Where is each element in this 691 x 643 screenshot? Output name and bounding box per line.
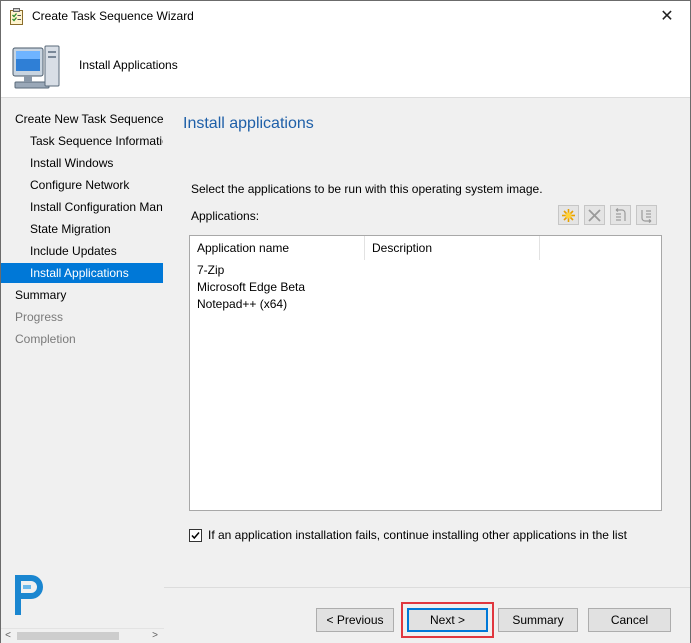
move-down-button[interactable] xyxy=(636,205,657,225)
close-button[interactable]: ✕ xyxy=(644,1,690,32)
step-configure-network[interactable]: Configure Network xyxy=(1,175,163,195)
step-create-new-task-sequence[interactable]: Create New Task Sequence xyxy=(1,109,163,129)
applications-label: Applications: xyxy=(191,209,260,223)
checkmark-icon xyxy=(191,532,200,540)
wizard-window: Create Task Sequence Wizard ✕ Install Ap… xyxy=(0,0,691,643)
list-item[interactable]: Microsoft Edge Beta xyxy=(197,279,305,296)
new-application-button[interactable] xyxy=(558,205,579,225)
summary-button[interactable]: Summary xyxy=(498,608,578,632)
step-install-configuration-manager[interactable]: Install Configuration Manager xyxy=(1,197,163,217)
brand-logo-icon xyxy=(15,575,43,615)
wizard-footer: < Previous Next > Summary Cancel xyxy=(164,587,690,643)
step-install-applications[interactable]: Install Applications xyxy=(1,263,163,283)
previous-button[interactable]: < Previous xyxy=(316,608,394,632)
move-up-button[interactable] xyxy=(610,205,631,225)
step-progress: Progress xyxy=(15,310,64,324)
header-title: Install Applications xyxy=(79,58,178,72)
computer-icon xyxy=(12,45,60,89)
continue-on-failure-checkbox[interactable] xyxy=(189,529,202,542)
scroll-left-arrow-icon[interactable]: < xyxy=(1,629,15,643)
title-bar: Create Task Sequence Wizard ✕ xyxy=(1,1,690,32)
page-heading: Install applications xyxy=(183,115,314,132)
new-icon xyxy=(562,209,575,222)
step-include-updates[interactable]: Include Updates xyxy=(1,241,163,261)
applications-list[interactable]: Application name Description 7-Zip Micro… xyxy=(189,235,662,511)
step-install-windows[interactable]: Install Windows xyxy=(1,153,163,173)
step-state-migration[interactable]: State Migration xyxy=(1,219,163,239)
move-up-icon xyxy=(615,208,626,221)
window-title: Create Task Sequence Wizard xyxy=(32,9,194,23)
column-header-application-name[interactable]: Application name xyxy=(190,236,365,260)
scroll-right-arrow-icon[interactable]: > xyxy=(148,629,162,643)
step-task-sequence-information[interactable]: Task Sequence Information xyxy=(1,131,163,151)
list-item[interactable]: Notepad++ (x64) xyxy=(197,296,287,313)
instruction-text: Select the applications to be run with t… xyxy=(191,182,543,196)
wizard-header: Install Applications xyxy=(1,32,690,97)
clipboard-checklist-icon xyxy=(10,8,23,25)
delete-icon xyxy=(588,209,601,222)
step-completion: Completion xyxy=(15,332,76,346)
list-item[interactable]: 7-Zip xyxy=(197,262,224,279)
cancel-button[interactable]: Cancel xyxy=(588,608,671,632)
move-down-icon xyxy=(641,210,652,223)
scrollbar-thumb[interactable] xyxy=(17,632,119,640)
next-button-highlight xyxy=(401,602,494,638)
wizard-steps-sidebar: Create New Task Sequence Task Sequence I… xyxy=(1,97,164,630)
step-summary[interactable]: Summary xyxy=(1,285,163,305)
sidebar-horizontal-scrollbar[interactable]: < > xyxy=(1,628,164,643)
continue-on-failure-label[interactable]: If an application installation fails, co… xyxy=(208,528,627,543)
column-header-description[interactable]: Description xyxy=(365,236,540,260)
content-panel: Install applications Select the applicat… xyxy=(164,97,690,588)
delete-application-button[interactable] xyxy=(584,205,605,225)
